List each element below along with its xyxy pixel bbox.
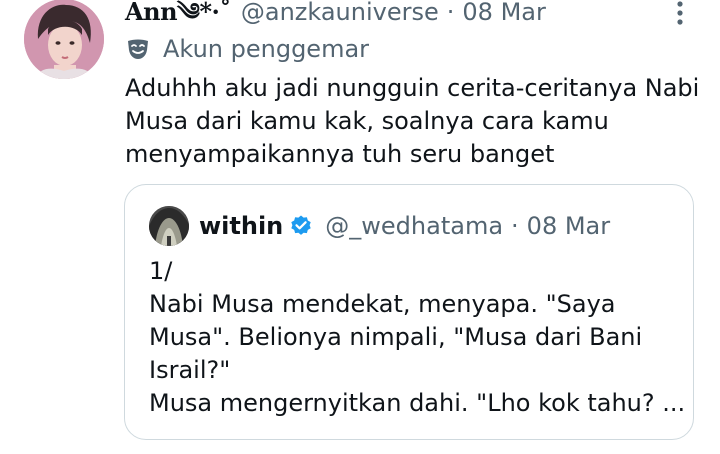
quoted-tweet-header: within @_wedhatama · 08 Mar	[199, 205, 610, 247]
quoted-separator-dot: ·	[511, 212, 519, 240]
fan-label-text: Akun penggemar	[163, 35, 370, 63]
quoted-display-name[interactable]: within	[199, 212, 283, 240]
quoted-text-line: Musa". Belionya nimpali, "Musa dari Bani	[149, 323, 643, 351]
quoted-tweet-text: 1/ Nabi Musa mendekat, menyapa. "Saya Mu…	[149, 255, 686, 420]
avatar[interactable]	[24, 0, 104, 79]
more-vertical-icon[interactable]	[672, 0, 688, 26]
quoted-text-line: Nabi Musa mendekat, menyapa. "Saya	[149, 290, 616, 318]
tweet-header: Ann༄*·˚ @anzkauniverse · 08 Mar	[125, 0, 546, 30]
mask-icon	[128, 39, 148, 59]
tweet-date[interactable]: 08 Mar	[462, 0, 545, 30]
fan-account-label: Akun penggemar	[125, 32, 369, 66]
quoted-text-line: Musa mengernyitkan dahi. "Lho kok tahu? …	[149, 389, 686, 417]
quoted-text-line: 1/	[149, 257, 173, 285]
quoted-user-handle[interactable]: @_wedhatama	[325, 212, 503, 240]
verified-badge-icon	[291, 215, 311, 235]
quoted-tweet-date[interactable]: 08 Mar	[527, 212, 610, 240]
tweet-text: Aduhhh aku jadi nungguin cerita-ceritany…	[125, 74, 700, 168]
quoted-text-line: Israil?"	[149, 356, 231, 384]
user-handle[interactable]: @anzkauniverse	[241, 0, 439, 30]
quoted-tweet-card[interactable]: within @_wedhatama · 08 Mar 1/ Nabi Musa…	[124, 184, 694, 440]
display-name[interactable]: Ann༄*·˚	[125, 0, 231, 30]
separator-dot: ·	[446, 0, 455, 26]
quoted-avatar[interactable]	[149, 206, 189, 246]
